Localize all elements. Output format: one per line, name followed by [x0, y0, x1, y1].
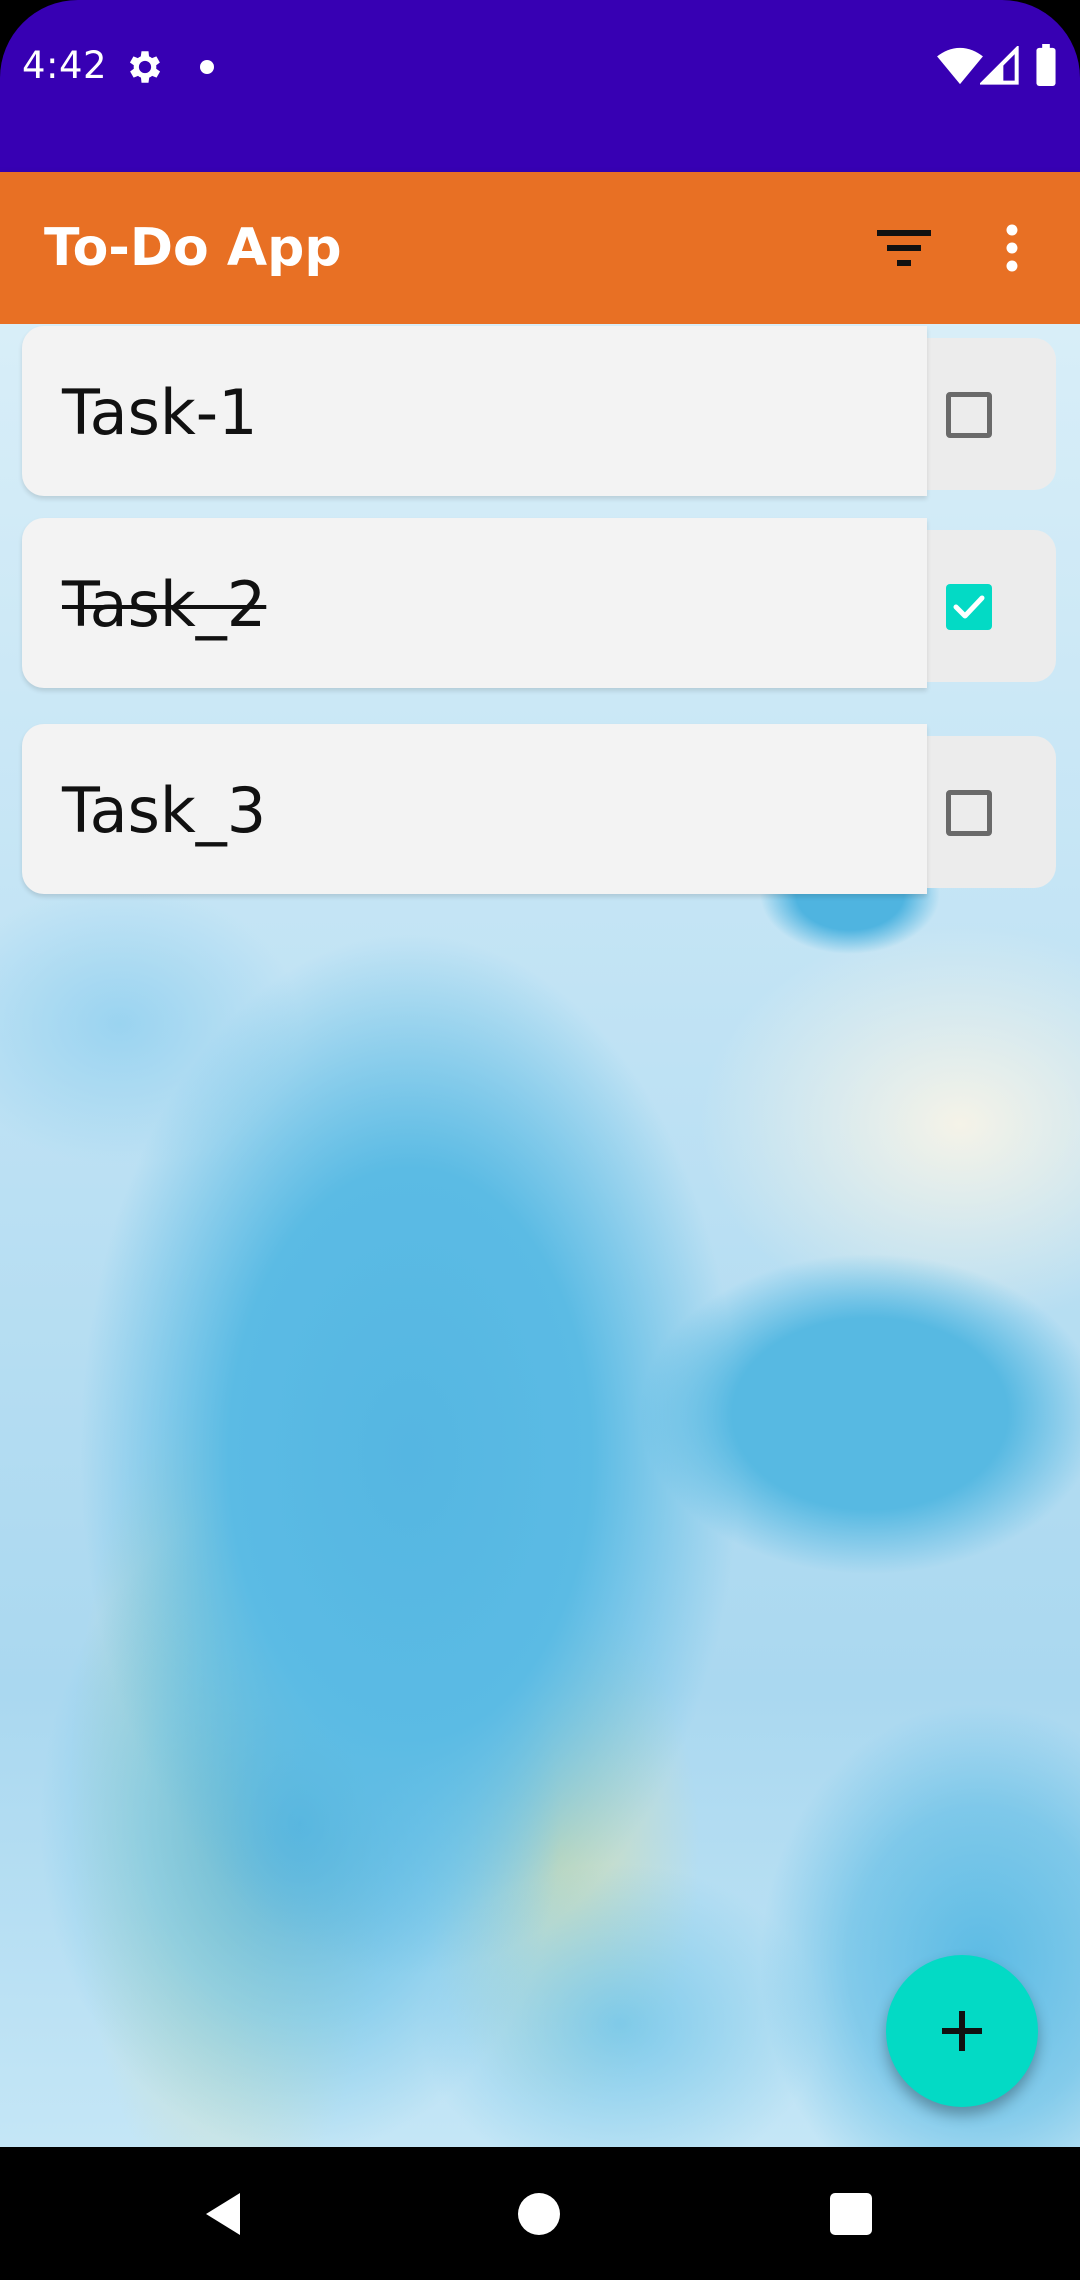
- add-icon: [942, 2011, 982, 2051]
- recents-icon[interactable]: [830, 2193, 872, 2235]
- add-task-button[interactable]: [886, 1955, 1038, 2107]
- task-title: Task_2: [62, 568, 267, 641]
- task-card[interactable]: Task_2: [22, 518, 927, 688]
- back-icon[interactable]: [200, 2189, 250, 2239]
- gear-icon: [129, 51, 161, 83]
- checkmark-icon: [953, 595, 985, 619]
- phone-screen: 4:42 To-Do App Task-1 Task_2 Task_3: [0, 0, 1080, 2280]
- navigation-bar: [0, 2147, 1080, 2280]
- app-title: To-Do App: [44, 218, 342, 278]
- task-row[interactable]: Task-1: [22, 326, 1056, 496]
- task-row[interactable]: Task_2: [22, 518, 1056, 688]
- status-time: 4:42: [22, 44, 108, 87]
- filter-button[interactable]: [864, 212, 944, 284]
- task-checkbox[interactable]: [946, 790, 992, 836]
- battery-icon: [1036, 44, 1056, 86]
- app-bar: To-Do App: [0, 172, 1080, 324]
- home-icon[interactable]: [518, 2193, 560, 2235]
- task-checkbox[interactable]: [946, 392, 992, 438]
- task-list-area: Task-1 Task_2 Task_3: [0, 324, 1080, 2147]
- more-vert-icon: [1006, 224, 1018, 272]
- task-card[interactable]: Task_3: [22, 724, 927, 894]
- task-card[interactable]: Task-1: [22, 326, 927, 496]
- wifi-icon: [937, 47, 983, 85]
- status-bar: 4:42: [0, 0, 1080, 172]
- task-checkbox[interactable]: [946, 584, 992, 630]
- task-row[interactable]: Task_3: [22, 724, 1056, 894]
- filter-icon: [877, 230, 931, 266]
- signal-icon: [980, 46, 1019, 85]
- task-title: Task-1: [62, 376, 258, 449]
- more-options-button[interactable]: [982, 212, 1042, 284]
- dot-icon: [200, 60, 214, 74]
- task-title: Task_3: [62, 774, 267, 847]
